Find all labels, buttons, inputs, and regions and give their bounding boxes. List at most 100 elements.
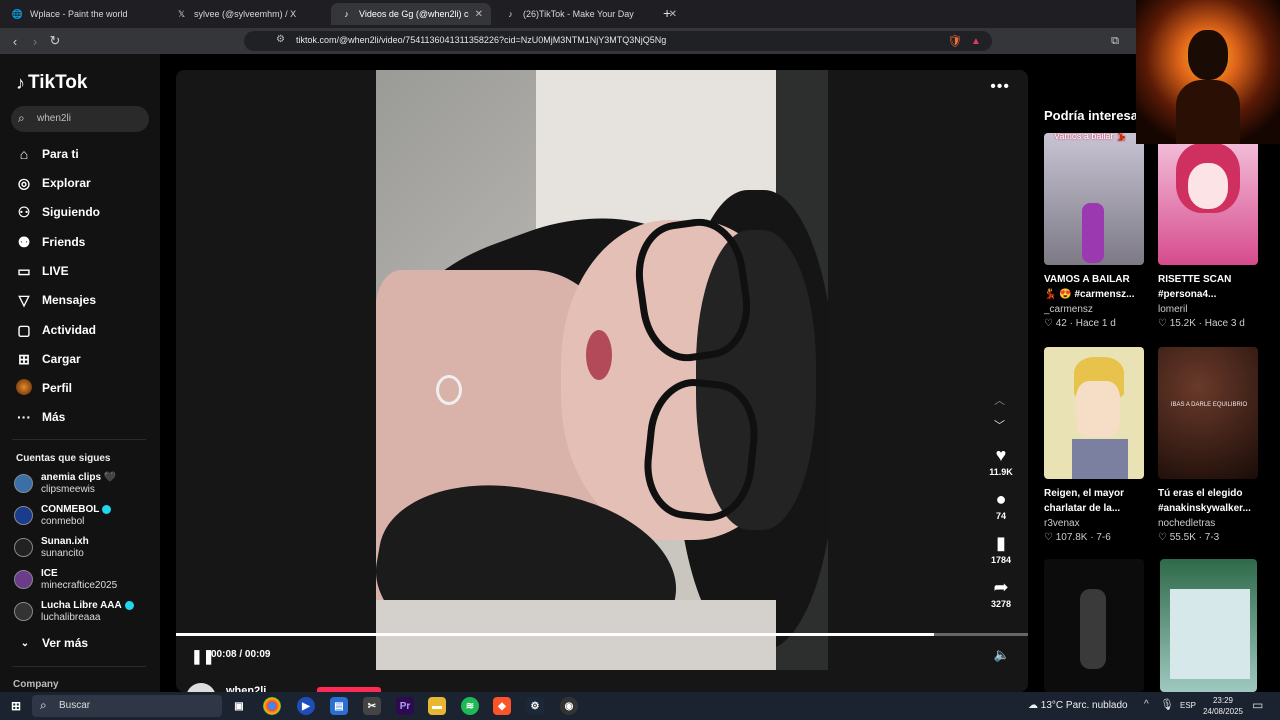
volume-icon[interactable]: 🔈: [994, 647, 1010, 663]
browser-toolbar: ‹ › ↻ ⚐ ⚙ tiktok.com/@when2li/video/7541…: [0, 28, 1280, 54]
account-name: CONMEBOL: [41, 504, 112, 515]
task-view-icon[interactable]: ▣: [230, 697, 248, 715]
sidebar-item-mensajes[interactable]: ▽ Mensajes: [14, 289, 96, 311]
sidebar-item-explorar[interactable]: ◎ Explorar: [14, 172, 91, 194]
see-more-button[interactable]: ⌄ Ver más: [16, 636, 88, 650]
recommended-video-card[interactable]: [1044, 559, 1144, 692]
weather-widget[interactable]: ☁ 13°C Parc. nublado: [1028, 700, 1128, 711]
sidebar-item-para-ti[interactable]: ⌂ Para ti: [14, 143, 79, 165]
recommended-video-card[interactable]: IBAS A DARLE EQUILIBRIO Tú eras el elegi…: [1158, 347, 1258, 543]
video-thumbnail: [1158, 133, 1258, 265]
microphone-icon[interactable]: 🎙: [1160, 698, 1174, 711]
following-account[interactable]: anemia clips 🖤 clipsmeewis: [14, 470, 154, 498]
account-name: Lucha Libre AAA: [41, 600, 134, 611]
tiktok-icon: ♪: [344, 9, 349, 19]
address-bar[interactable]: ⚙ tiktok.com/@when2li/video/754113604131…: [244, 31, 992, 51]
app-icon[interactable]: ▶: [297, 697, 315, 715]
sidebar-item-perfil[interactable]: Perfil: [14, 377, 72, 399]
language-indicator[interactable]: ESP: [1180, 701, 1196, 710]
site-info-icon[interactable]: ⚙: [276, 34, 285, 45]
card-caption: VAMOS A BAILAR 💃 😍 #carmensz...: [1044, 274, 1135, 300]
recommended-video-card[interactable]: Reigen, el mayor charlatar de la... r3ve…: [1044, 347, 1144, 543]
capcut-icon[interactable]: ✂: [363, 697, 381, 715]
card-caption: Tú eras el elegido #anakinskywalker...: [1158, 488, 1251, 514]
sidebar-item-label: Perfil: [42, 381, 73, 395]
chevron-down-icon[interactable]: ﹀: [994, 417, 1005, 433]
sidebar-item-label: Para ti: [42, 147, 79, 161]
compass-icon: ◎: [17, 174, 31, 191]
weather-icon: ☁: [1028, 700, 1038, 711]
browser-tab-wplace[interactable]: 🌐 Wplace - Paint the world: [2, 3, 164, 25]
following-header: Cuentas que sigues: [16, 453, 111, 464]
progress-bar[interactable]: [176, 633, 1028, 636]
like-button[interactable]: ♥ 11.9K: [984, 445, 1018, 477]
share-button[interactable]: ➦ 3278: [984, 577, 1018, 609]
divider: [12, 439, 146, 440]
recommended-video-card[interactable]: [1160, 559, 1260, 692]
following-account[interactable]: Sunan.ixh sunancito: [14, 534, 154, 562]
app-icon[interactable]: ◉: [560, 697, 578, 715]
sidebar-item-live[interactable]: ▭ LIVE: [14, 260, 68, 282]
notification-icon[interactable]: ▭: [1252, 698, 1263, 712]
steam-icon[interactable]: ⚙: [526, 697, 544, 715]
recommended-video-card[interactable]: Vamos a bailar 💃 VAMOS A BAILAR 💃 😍 #car…: [1044, 133, 1144, 329]
sidebar-item-mas[interactable]: ··· Más: [14, 406, 65, 428]
spotify-icon[interactable]: ≋: [461, 697, 479, 715]
company-link[interactable]: Company: [13, 679, 59, 690]
comment-button[interactable]: ● 74: [984, 489, 1018, 521]
system-clock[interactable]: 23:29 24/08/2025: [1200, 695, 1246, 717]
close-tab-icon[interactable]: ✕: [475, 9, 483, 20]
sidebar-item-actividad[interactable]: ▢ Actividad: [14, 319, 96, 341]
following-account[interactable]: ICE minecraftice2025: [14, 566, 154, 594]
video-frame[interactable]: [376, 70, 828, 670]
file-explorer-icon[interactable]: ▬: [428, 697, 446, 715]
new-tab-button[interactable]: +: [663, 5, 671, 21]
sidebar-item-label: Más: [42, 410, 66, 424]
chevron-down-icon: ⌄: [20, 637, 30, 649]
browser-tab-x[interactable]: 𝕏 sylvee (@sylveemhm) / X: [166, 3, 328, 25]
forward-button[interactable]: ›: [26, 32, 44, 50]
activity-icon: ▢: [17, 321, 31, 338]
brave-icon[interactable]: ◆: [493, 697, 511, 715]
video-thumbnail: [1044, 559, 1144, 692]
tray-chevron-icon[interactable]: ^: [1144, 699, 1149, 710]
sidebar-item-label: Cargar: [42, 352, 81, 366]
card-author: lomeril: [1158, 304, 1188, 315]
sidebar-item-siguiendo[interactable]: ⚇ Siguiendo: [14, 201, 100, 223]
sidebar-item-friends[interactable]: ⚉ Friends: [14, 231, 86, 253]
app-icon[interactable]: ▤: [330, 697, 348, 715]
save-button[interactable]: ▮ 1784: [984, 533, 1018, 565]
card-author: nochedletras: [1158, 518, 1216, 529]
taskbar: ⊞ ⌕ Buscar ▣ ▶ ▤ ✂ Pr ▬ ≋ ◆ ⚙ ◉ ☁ 13°C P…: [0, 692, 1280, 720]
following-account[interactable]: Lucha Libre AAA luchalibreaaa: [14, 598, 154, 626]
reload-button[interactable]: ↻: [46, 32, 64, 50]
friends-icon: ⚉: [17, 233, 31, 250]
playback-time: 00:08 / 00:09: [211, 649, 271, 660]
recommended-video-card[interactable]: RISETTE SCAN #persona4... lomeril ♡ 15.2…: [1158, 133, 1258, 329]
extensions-icon[interactable]: ⧉: [1106, 32, 1124, 50]
back-button[interactable]: ‹: [6, 32, 24, 50]
windows-start-icon[interactable]: ⊞: [7, 697, 25, 715]
following-account[interactable]: CONMEBOL conmebol: [14, 502, 154, 530]
author-name: when2li: [226, 685, 267, 692]
chrome-icon[interactable]: [263, 697, 281, 715]
share-count: 3278: [990, 599, 1012, 609]
taskbar-search[interactable]: ⌕ Buscar: [32, 695, 222, 717]
search-icon: ⌕: [40, 698, 47, 712]
card-stats: ♡ 55.5K · 7-3: [1158, 532, 1220, 543]
see-more-label: Ver más: [42, 636, 89, 650]
account-name: Sunan.ixh: [41, 536, 89, 547]
browser-tab-active[interactable]: ♪ Videos de Gg (@when2li) con ✕: [331, 3, 491, 25]
save-count: 1784: [990, 555, 1012, 565]
brave-rewards-icon[interactable]: ▲: [967, 32, 985, 50]
search-input[interactable]: ⌕ when2li: [11, 106, 149, 132]
premiere-icon[interactable]: Pr: [396, 697, 414, 715]
chevron-up-icon[interactable]: ︿: [994, 392, 1005, 408]
brave-shield-icon[interactable]: 🛡: [946, 32, 964, 50]
more-options-icon[interactable]: •••: [990, 78, 1010, 96]
tiktok-logo[interactable]: ♪ TikTok: [16, 72, 87, 94]
tab-title: Wplace - Paint the world: [30, 9, 128, 19]
tab-title: (26)TikTok - Make Your Day: [523, 9, 634, 19]
browser-tab-tiktok[interactable]: ♪ (26)TikTok - Make Your Day ✕: [495, 3, 685, 25]
sidebar-item-cargar[interactable]: ⊞ Cargar: [14, 348, 81, 370]
